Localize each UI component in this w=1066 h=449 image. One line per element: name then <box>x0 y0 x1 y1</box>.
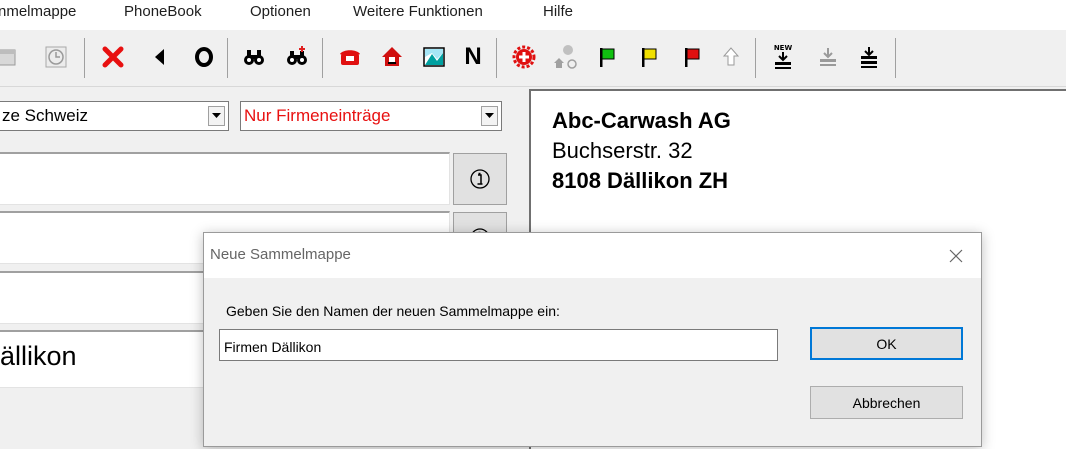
zip-field[interactable] <box>0 271 208 324</box>
chevron-down-icon[interactable] <box>208 106 225 126</box>
close-icon[interactable] <box>941 241 971 271</box>
company-city: 8108 Dällikon ZH <box>552 168 729 193</box>
toolbar-separator <box>895 38 896 78</box>
calendar-icon[interactable] <box>0 40 24 74</box>
back-arrow-icon[interactable] <box>143 40 177 74</box>
letter-n-label: N <box>464 43 482 70</box>
menu-sammelmappe[interactable]: nmelmappe <box>0 3 76 20</box>
toolbar: N NEW <box>0 30 1066 87</box>
dialog-prompt: Geben Sie den Namen der neuen Sammelmapp… <box>226 303 560 319</box>
new-folder-dialog: Neue Sammelmappe Geben Sie den Namen der… <box>203 232 982 447</box>
menu-optionen[interactable]: Optionen <box>250 3 311 20</box>
dialog-titlebar[interactable]: Neue Sammelmappe <box>204 233 981 278</box>
city-field-value: ällikon <box>0 341 77 371</box>
yellow-flag-icon[interactable] <box>632 40 666 74</box>
folder-name-input[interactable] <box>219 329 778 361</box>
chevron-down-icon[interactable] <box>481 106 498 126</box>
menu-hilfe[interactable]: Hilfe <box>543 3 573 20</box>
toolbar-separator <box>755 38 756 78</box>
company-street: Buchserstr. 32 <box>552 138 693 163</box>
toolbar-separator <box>322 38 323 78</box>
house-icon[interactable] <box>375 40 409 74</box>
clock-icon[interactable] <box>39 40 73 74</box>
name-info-button[interactable] <box>453 153 507 205</box>
swiss-flag-gear-icon[interactable] <box>507 40 541 74</box>
city-field[interactable]: ällikon <box>0 330 208 388</box>
menu-phonebook[interactable]: PhoneBook <box>124 3 202 20</box>
region-select[interactable]: ze Schweiz <box>0 101 229 131</box>
info-icon <box>470 169 490 189</box>
filter-select-value: Nur Firmeneinträge <box>244 106 391 125</box>
ok-button[interactable]: OK <box>810 327 963 360</box>
green-flag-icon[interactable] <box>590 40 624 74</box>
cancel-button[interactable]: Abbrechen <box>810 386 963 419</box>
house-network-icon[interactable] <box>549 40 583 74</box>
binoculars-plus-icon[interactable] <box>280 40 314 74</box>
import-icon[interactable] <box>811 40 845 74</box>
new-badge-text: NEW <box>774 44 793 52</box>
menu-bar: nmelmappe PhoneBook Optionen Weitere Fun… <box>0 0 1066 30</box>
region-select-value: ze Schweiz <box>2 106 88 125</box>
binoculars-icon[interactable] <box>237 40 271 74</box>
map-icon[interactable] <box>417 40 451 74</box>
letter-o-icon[interactable] <box>187 40 221 74</box>
new-import-icon[interactable]: NEW <box>766 40 800 74</box>
up-arrow-icon[interactable] <box>714 40 748 74</box>
company-name: Abc-Carwash AG <box>552 108 731 133</box>
letter-n-icon[interactable]: N <box>456 40 490 74</box>
toolbar-separator <box>496 38 497 78</box>
menu-weitere-funktionen[interactable]: Weitere Funktionen <box>353 3 483 20</box>
delete-x-icon[interactable] <box>96 40 130 74</box>
dialog-title: Neue Sammelmappe <box>210 246 351 263</box>
toolbar-separator <box>84 38 85 78</box>
import-double-icon[interactable] <box>852 40 886 74</box>
toolbar-separator <box>227 38 228 78</box>
filter-select[interactable]: Nur Firmeneinträge <box>240 101 502 131</box>
red-flag-icon[interactable] <box>675 40 709 74</box>
telephone-icon[interactable] <box>333 40 367 74</box>
name-field[interactable] <box>0 152 450 205</box>
